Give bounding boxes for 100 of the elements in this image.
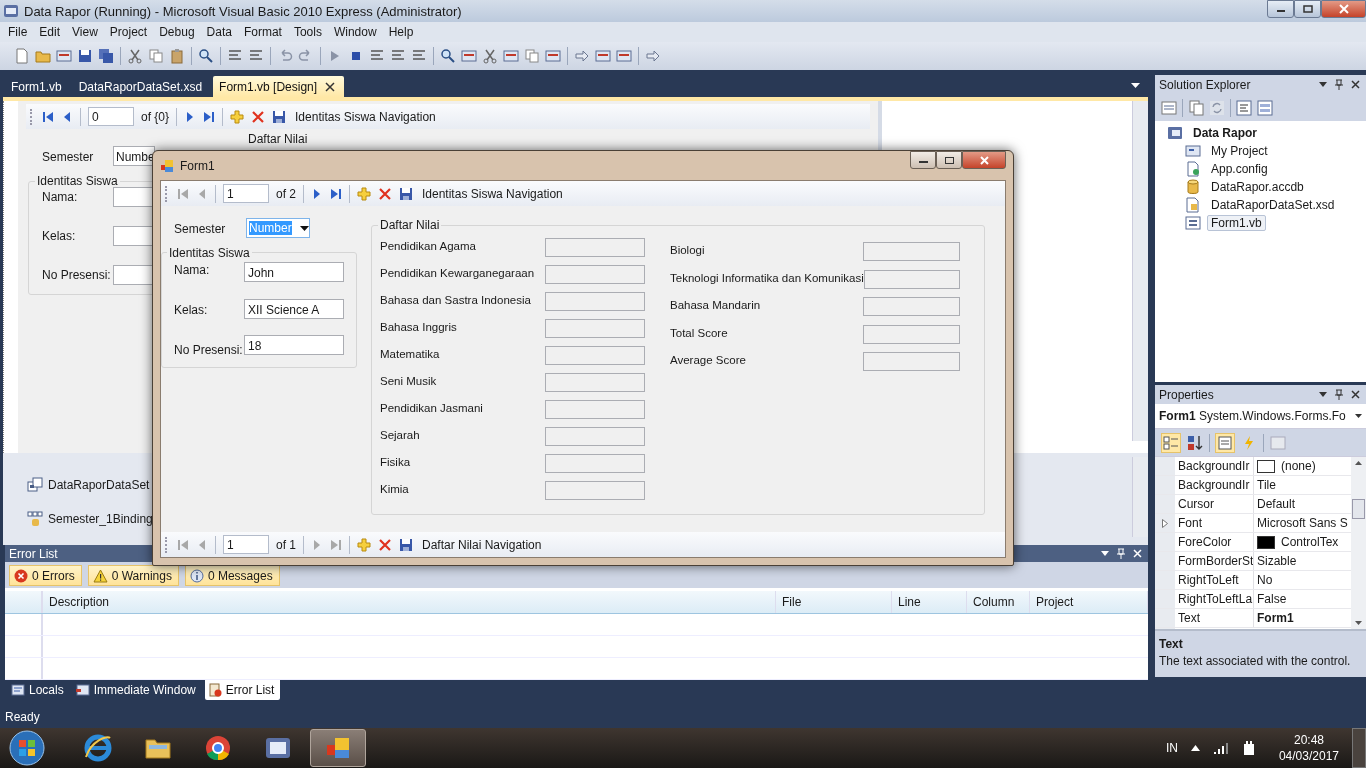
close-button[interactable]	[1321, 0, 1366, 18]
property-name[interactable]: FormBorderSt	[1175, 552, 1254, 570]
dropdown-icon[interactable]	[1319, 392, 1327, 397]
scrollbar[interactable]	[1132, 101, 1148, 441]
folder-icon[interactable]	[35, 48, 51, 64]
close-icon[interactable]	[1351, 80, 1360, 89]
property-value[interactable]: ControlTex	[1281, 535, 1339, 549]
maximize-button[interactable]	[936, 151, 962, 169]
plus-icon[interactable]	[357, 186, 371, 201]
tree-item[interactable]: DataRaporDataSet.xsd	[1207, 197, 1339, 213]
pin-icon[interactable]	[1335, 79, 1343, 90]
menu-item[interactable]: Data	[200, 23, 238, 41]
menu-item[interactable]: Tools	[287, 23, 328, 41]
arrow-icon[interactable]	[645, 48, 661, 64]
code-icon[interactable]	[1236, 99, 1252, 116]
tree-item[interactable]: App.config	[1207, 161, 1272, 177]
window-icon[interactable]	[461, 48, 477, 64]
scroll-thumb[interactable]	[1352, 499, 1365, 519]
scroll-down-icon[interactable]	[1355, 621, 1362, 625]
scissors-icon[interactable]	[482, 48, 498, 64]
position-field[interactable]: 1	[223, 184, 269, 203]
document-tab[interactable]: DataRaporDataSet.xsd	[72, 76, 212, 97]
window-icon[interactable]	[503, 48, 519, 64]
dropdown-icon[interactable]	[1355, 414, 1362, 418]
tree-item[interactable]: Form1.vb	[1207, 215, 1266, 231]
menu-item[interactable]: Debug	[153, 23, 201, 41]
scrollbar[interactable]	[1132, 457, 1148, 537]
input-field[interactable]	[113, 226, 155, 246]
scroll-up-icon[interactable]	[1355, 461, 1362, 465]
property-name[interactable]: BackgroundIr	[1175, 476, 1254, 494]
plus-icon[interactable]	[230, 109, 245, 124]
save-icon[interactable]	[272, 109, 287, 124]
maximize-button[interactable]	[1294, 0, 1321, 18]
scrollbar[interactable]	[1351, 457, 1366, 629]
designer-icon[interactable]	[1257, 99, 1273, 116]
input-field[interactable]: XII Science A	[244, 298, 344, 319]
property-value[interactable]: No	[1257, 573, 1273, 587]
categorized-icon[interactable]	[1161, 432, 1181, 453]
column-header[interactable]: Description	[43, 591, 776, 613]
filter-button[interactable]: 0 Messages	[184, 565, 280, 586]
component-label[interactable]: DataRaporDataSet	[48, 478, 150, 492]
component-label[interactable]: Semester_1Binding	[48, 512, 153, 526]
last-record-icon[interactable]	[203, 110, 216, 123]
clock-date[interactable]: 04/03/2017	[1278, 749, 1339, 763]
property-value[interactable]: Form1	[1257, 611, 1294, 625]
property-name[interactable]: RightToLeftLa	[1175, 590, 1254, 608]
property-name[interactable]: Text	[1175, 609, 1254, 627]
sort-icon[interactable]	[1186, 433, 1204, 452]
dropdown-icon[interactable]	[1319, 82, 1327, 87]
property-name[interactable]: Font	[1175, 514, 1254, 532]
input-field[interactable]	[113, 265, 155, 285]
scissors-icon[interactable]	[127, 48, 143, 64]
first-record-icon[interactable]	[42, 110, 54, 123]
new-page-icon[interactable]	[14, 48, 30, 64]
window-icon[interactable]	[616, 48, 632, 64]
property-value[interactable]: Default	[1257, 497, 1296, 511]
filter-button[interactable]: 0 Errors	[9, 565, 82, 586]
column-header[interactable]: File	[776, 591, 892, 613]
arrow-icon[interactable]	[574, 48, 590, 64]
save-icon[interactable]	[77, 48, 93, 64]
tree-item[interactable]: My Project	[1207, 143, 1272, 159]
save-icon[interactable]	[399, 186, 413, 201]
delete-icon[interactable]	[251, 109, 266, 124]
close-tab-icon[interactable]	[325, 81, 336, 92]
plus-icon[interactable]	[357, 537, 371, 552]
column-header[interactable]: Column	[967, 591, 1030, 613]
files-icon[interactable]	[1188, 99, 1204, 116]
tree-item[interactable]: DataRapor.accdb	[1207, 179, 1308, 195]
input-field[interactable]: John	[244, 262, 344, 282]
start-button[interactable]	[8, 729, 46, 767]
document-tab[interactable]: Form1.vb	[5, 76, 71, 97]
menu-item[interactable]: View	[66, 23, 104, 41]
dropdown-icon[interactable]	[1131, 83, 1140, 89]
property-value[interactable]: (none)	[1281, 459, 1316, 473]
pin-icon[interactable]	[1335, 389, 1343, 400]
properties-icon[interactable]	[1215, 432, 1235, 453]
panel-tab[interactable]: Error List	[204, 680, 281, 700]
property-value[interactable]: False	[1257, 592, 1287, 606]
filter-button[interactable]: 0 Warnings	[87, 565, 179, 586]
panel-tab[interactable]: Locals	[8, 680, 70, 700]
position-field[interactable]: 0	[88, 107, 134, 126]
language-indicator[interactable]: IN	[1165, 741, 1178, 755]
power-plug-icon[interactable]	[1241, 740, 1256, 756]
delete-icon[interactable]	[378, 186, 392, 201]
minimize-button[interactable]	[910, 151, 936, 169]
column-header[interactable]: Project	[1030, 591, 1148, 613]
delete-icon[interactable]	[378, 537, 392, 552]
window-icon[interactable]	[595, 48, 611, 64]
menu-item[interactable]: File	[2, 23, 34, 41]
input-field[interactable]: 18	[244, 335, 344, 355]
magnifier-icon[interactable]	[198, 48, 214, 64]
menu-item[interactable]: Window	[327, 23, 383, 41]
window-icon[interactable]	[545, 48, 561, 64]
menu-item[interactable]: Help	[382, 23, 420, 41]
panel-tab[interactable]: Immediate Window	[72, 680, 202, 700]
last-record-icon[interactable]	[330, 187, 342, 200]
save-icon[interactable]	[399, 537, 413, 552]
minimize-button[interactable]	[1267, 0, 1294, 18]
property-value[interactable]: Sizable	[1257, 554, 1297, 568]
save-all-icon[interactable]	[98, 48, 114, 64]
